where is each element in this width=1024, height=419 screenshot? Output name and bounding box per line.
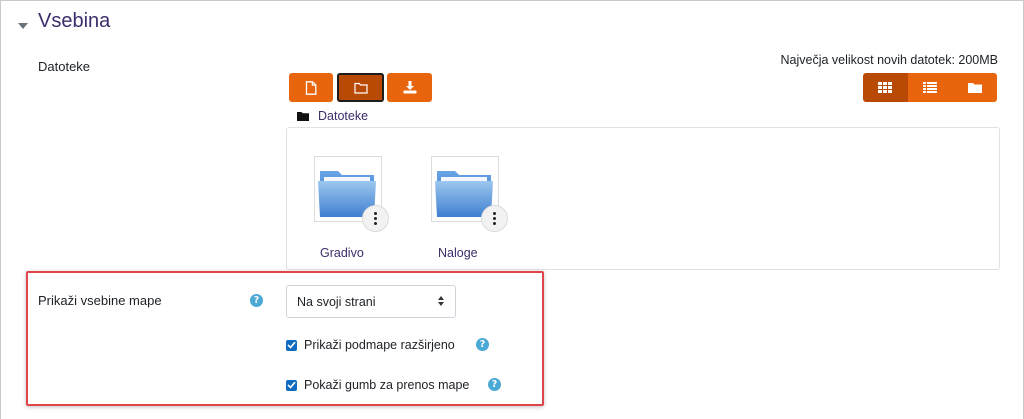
checkmark-icon [287,381,296,389]
view-switcher [863,73,997,102]
option-show-download: Pokaži gumb za prenos mape [286,378,469,392]
folder-outline-icon [353,82,368,94]
option-show-expanded: Prikaži podmape razširjeno [286,338,455,352]
naloge-menu-button[interactable] [481,205,508,232]
show-download-checkbox[interactable] [286,379,297,391]
breadcrumb: Datoteke [297,109,368,123]
file-manager-area: Gradivo Naloge [286,127,1000,270]
download-all-button[interactable] [387,73,432,102]
gradivo-menu-button[interactable] [362,205,389,232]
show-expanded-label[interactable]: Prikaži podmape razširjeno [304,338,455,352]
folder-icon [297,111,309,121]
tree-view-icon [967,83,982,93]
add-file-button[interactable] [289,73,333,102]
display-label: Prikaži vsebine mape [38,293,162,308]
files-label: Datoteke [38,59,91,74]
grid-view-button[interactable] [863,73,908,102]
kebab-icon [493,212,496,225]
grid-view-icon [878,82,893,93]
select-caret-icon [438,296,444,306]
file-icon [305,80,317,95]
form-frame: Vsebina Datoteke Največja velikost novih… [0,0,1024,419]
help-icon[interactable]: ? [250,294,263,307]
breadcrumb-root-link[interactable]: Datoteke [318,109,368,123]
help-icon[interactable]: ? [488,378,501,391]
display-select-value: Na svoji strani [297,294,376,309]
show-expanded-checkbox[interactable] [286,339,297,351]
collapse-toggle-icon[interactable] [17,21,29,31]
list-view-button[interactable] [907,73,953,102]
show-download-label[interactable]: Pokaži gumb za prenos mape [304,378,469,392]
folder-name-gradivo[interactable]: Gradivo [320,246,364,260]
checkmark-icon [287,341,296,349]
tree-view-button[interactable] [952,73,997,102]
list-view-icon [923,82,937,93]
help-icon[interactable]: ? [476,338,489,351]
create-folder-button[interactable] [337,73,384,102]
download-icon [403,81,416,94]
display-select[interactable]: Na svoji strani [286,285,456,318]
folder-name-naloge[interactable]: Naloge [438,246,478,260]
kebab-icon [374,212,377,225]
max-size-text: Največja velikost novih datotek: 200MB [780,53,998,67]
section-title[interactable]: Vsebina [38,10,110,33]
